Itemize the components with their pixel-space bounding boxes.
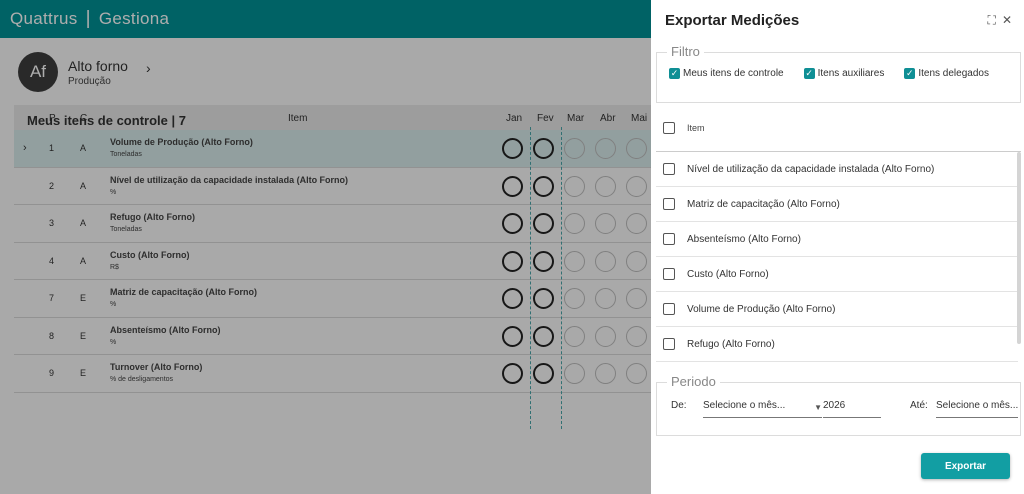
checkbox-unchecked-icon[interactable] bbox=[663, 268, 675, 280]
filter-option[interactable]: ✓ Itens delegados bbox=[904, 68, 989, 79]
filter-section: Filtro ✓ Meus itens de controle ✓ Itens … bbox=[656, 44, 1021, 103]
item-column-label: Item bbox=[687, 123, 705, 133]
filter-option[interactable]: ✓ Meus itens de controle bbox=[669, 68, 784, 79]
list-item[interactable]: Volume de Produção (Alto Forno) bbox=[656, 292, 1018, 327]
filter-option-label: Itens auxiliares bbox=[817, 68, 885, 79]
close-icon[interactable]: ✕ bbox=[1002, 13, 1012, 28]
list-item[interactable]: Custo (Alto Forno) bbox=[656, 257, 1018, 292]
panel-title: Exportar Medições bbox=[665, 12, 800, 29]
checkbox-unchecked-icon[interactable] bbox=[663, 303, 675, 315]
checkbox-unchecked-icon[interactable] bbox=[663, 198, 675, 210]
filter-options: ✓ Meus itens de controle ✓ Itens auxilia… bbox=[669, 68, 989, 79]
period-section: Periodo De: Selecione o mês... ▼ 2026 At… bbox=[656, 374, 1021, 436]
period-legend: Periodo bbox=[667, 374, 720, 389]
item-list-header: Item bbox=[663, 122, 705, 134]
filter-option-label: Itens delegados bbox=[918, 68, 989, 79]
checkbox-unchecked-icon[interactable] bbox=[663, 163, 675, 175]
panel-controls: ⛶ ✕ bbox=[988, 13, 1012, 28]
filter-option[interactable]: ✓ Itens auxiliares bbox=[803, 68, 885, 79]
from-month-select[interactable]: Selecione o mês... ▼ bbox=[703, 400, 822, 418]
list-item[interactable]: Refugo (Alto Forno) bbox=[656, 327, 1018, 362]
export-button[interactable]: Exportar bbox=[921, 453, 1010, 479]
list-item-label: Volume de Produção (Alto Forno) bbox=[687, 303, 836, 315]
from-year-input[interactable]: 2026 bbox=[823, 400, 881, 418]
list-item-label: Custo (Alto Forno) bbox=[687, 268, 769, 280]
export-panel: Exportar Medições ⛶ ✕ Filtro ✓ Meus iten… bbox=[651, 0, 1024, 494]
select-all-checkbox[interactable] bbox=[663, 122, 675, 134]
to-month-select[interactable]: Selecione o mês... bbox=[936, 400, 1018, 418]
checkbox-unchecked-icon[interactable] bbox=[663, 233, 675, 245]
from-label: De: bbox=[671, 400, 687, 411]
list-item-label: Nível de utilização da capacidade instal… bbox=[687, 163, 935, 175]
to-month-placeholder: Selecione o mês... bbox=[936, 400, 1018, 411]
list-item[interactable]: Nível de utilização da capacidade instal… bbox=[656, 152, 1018, 187]
dropdown-arrow-icon: ▼ bbox=[814, 403, 822, 412]
checkbox-checked-icon[interactable]: ✓ bbox=[669, 68, 680, 79]
list-item-label: Matriz de capacitação (Alto Forno) bbox=[687, 198, 840, 210]
checkbox-checked-icon[interactable]: ✓ bbox=[904, 68, 916, 79]
list-item-label: Absenteísmo (Alto Forno) bbox=[687, 233, 801, 245]
list-item[interactable]: Matriz de capacitação (Alto Forno) bbox=[656, 187, 1018, 222]
to-label: Até: bbox=[910, 400, 928, 411]
item-list[interactable]: Nível de utilização da capacidade instal… bbox=[656, 152, 1018, 364]
list-item[interactable]: Absenteísmo (Alto Forno) bbox=[656, 222, 1018, 257]
list-item-label: Refugo (Alto Forno) bbox=[687, 338, 775, 350]
filter-legend: Filtro bbox=[667, 44, 704, 59]
expand-icon[interactable]: ⛶ bbox=[988, 13, 996, 28]
from-month-placeholder: Selecione o mês... bbox=[703, 400, 786, 411]
checkbox-checked-icon[interactable]: ✓ bbox=[803, 68, 815, 79]
scrollbar[interactable] bbox=[1017, 152, 1021, 344]
checkbox-unchecked-icon[interactable] bbox=[663, 338, 675, 350]
filter-option-label: Meus itens de controle bbox=[683, 68, 784, 79]
